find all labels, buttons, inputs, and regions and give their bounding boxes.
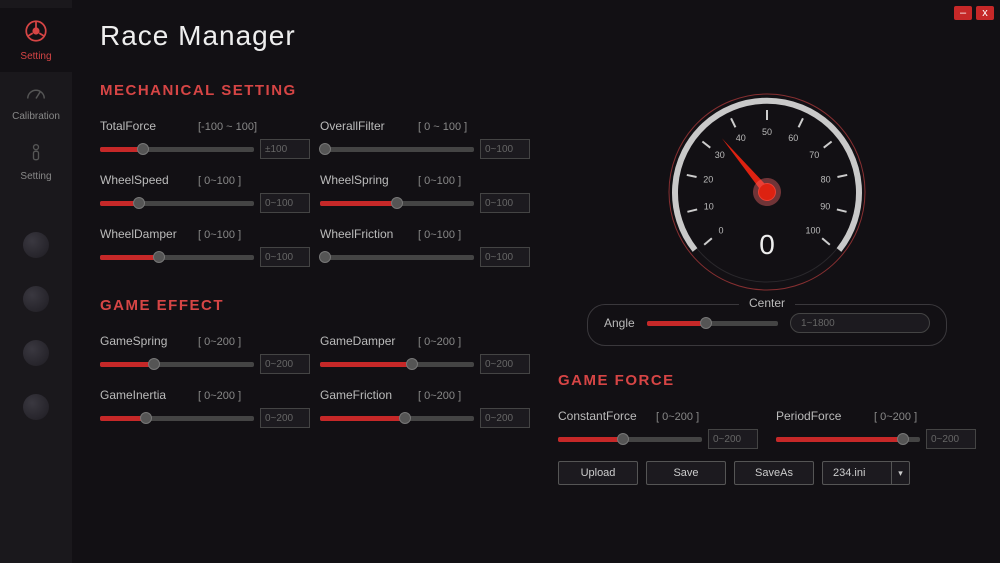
upload-button[interactable]: Upload: [558, 461, 638, 485]
wheelfriction-range: [ 0~100 ]: [418, 229, 461, 241]
constantforce-input[interactable]: 0~200: [708, 429, 758, 449]
overallfilter-slider[interactable]: [320, 147, 474, 152]
wheelspring-label: WheelSpring: [320, 173, 400, 187]
constantforce-label: ConstantForce: [558, 409, 638, 423]
profile-dot[interactable]: [23, 286, 49, 312]
sidebar-profile-dots: [23, 232, 49, 420]
constantforce-slider[interactable]: [558, 437, 702, 442]
sidebar-item-setting[interactable]: Setting: [0, 8, 72, 72]
wheelspeed-label: WheelSpeed: [100, 173, 180, 187]
svg-text:90: 90: [820, 202, 830, 212]
gamespring-range: [ 0~200 ]: [198, 336, 241, 348]
gamespring-slider[interactable]: [100, 362, 254, 367]
profile-dot[interactable]: [23, 394, 49, 420]
sidebar-item-label: Calibration: [12, 111, 60, 122]
gameinertia-slider[interactable]: [100, 416, 254, 421]
saveas-button[interactable]: SaveAs: [734, 461, 814, 485]
svg-text:100: 100: [805, 226, 820, 236]
svg-text:10: 10: [704, 202, 714, 212]
svg-text:40: 40: [736, 133, 746, 143]
wheelspring-slider[interactable]: [320, 201, 474, 206]
wheelfriction-slider[interactable]: [320, 255, 474, 260]
gamespring-input[interactable]: 0~200: [260, 354, 310, 374]
gameinertia-range: [ 0~200 ]: [198, 390, 241, 402]
wheeldamper-label: WheelDamper: [100, 227, 180, 241]
totalforce-range: [-100 ~ 100]: [198, 121, 257, 133]
wheelfriction-input[interactable]: 0~100: [480, 247, 530, 267]
svg-text:80: 80: [821, 175, 831, 185]
speed-gauge: 0 10 20 30 40 50 60 70 80 90 100 0: [657, 82, 877, 292]
save-button[interactable]: Save: [646, 461, 726, 485]
sidebar: Setting Calibration Setting: [0, 0, 72, 563]
overallfilter-input[interactable]: 0~100: [480, 139, 530, 159]
totalforce-input[interactable]: ±100: [260, 139, 310, 159]
periodforce-input[interactable]: 0~200: [926, 429, 976, 449]
pedal-icon: [26, 142, 46, 171]
svg-text:60: 60: [788, 133, 798, 143]
sidebar-item-calibration[interactable]: Calibration: [0, 72, 72, 132]
sidebar-item-setting-2[interactable]: Setting: [0, 132, 72, 192]
wheelspring-input[interactable]: 0~100: [480, 193, 530, 213]
center-legend: Center: [739, 296, 795, 310]
wheeldamper-input[interactable]: 0~100: [260, 247, 310, 267]
wheeldamper-range: [ 0~100 ]: [198, 229, 241, 241]
wheeldamper-slider[interactable]: [100, 255, 254, 260]
gamespring-label: GameSpring: [100, 334, 180, 348]
sidebar-item-label: Setting: [20, 171, 51, 182]
config-file-name: 234.ini: [823, 467, 891, 479]
gauge-icon: [25, 82, 47, 111]
chevron-down-icon[interactable]: ▾: [891, 462, 909, 484]
profile-dot[interactable]: [23, 340, 49, 366]
periodforce-range: [ 0~200 ]: [874, 411, 917, 423]
profile-dot[interactable]: [23, 232, 49, 258]
gamefriction-input[interactable]: 0~200: [480, 408, 530, 428]
wheelfriction-label: WheelFriction: [320, 227, 400, 241]
gamefriction-slider[interactable]: [320, 416, 474, 421]
close-button[interactable]: x: [976, 6, 994, 20]
svg-text:0: 0: [719, 226, 724, 236]
gamefriction-label: GameFriction: [320, 388, 400, 402]
gauge-value: 0: [759, 229, 775, 261]
totalforce-label: TotalForce: [100, 119, 180, 133]
gamedamper-slider[interactable]: [320, 362, 474, 367]
gameinertia-label: GameInertia: [100, 388, 180, 402]
overallfilter-label: OverallFilter: [320, 119, 400, 133]
game-force-section-title: GAME FORCE: [558, 372, 976, 389]
wheelspeed-input[interactable]: 0~100: [260, 193, 310, 213]
sidebar-item-label: Setting: [20, 51, 51, 62]
gamedamper-range: [ 0~200 ]: [418, 336, 461, 348]
svg-text:50: 50: [762, 127, 772, 137]
wheelspring-range: [ 0~100 ]: [418, 175, 461, 187]
page-title: Race Manager: [100, 20, 976, 52]
periodforce-label: PeriodForce: [776, 409, 856, 423]
periodforce-slider[interactable]: [776, 437, 920, 442]
game-effect-section-title: GAME EFFECT: [100, 297, 530, 314]
wheelspeed-slider[interactable]: [100, 201, 254, 206]
minimize-button[interactable]: –: [954, 6, 972, 20]
gameinertia-input[interactable]: 0~200: [260, 408, 310, 428]
center-panel: Center Angle 1~1800: [587, 304, 947, 346]
totalforce-slider[interactable]: [100, 147, 254, 152]
gamedamper-input[interactable]: 0~200: [480, 354, 530, 374]
config-file-select[interactable]: 234.ini ▾: [822, 461, 910, 485]
mechanical-section-title: MECHANICAL SETTING: [100, 82, 530, 99]
svg-text:30: 30: [715, 150, 725, 160]
constantforce-range: [ 0~200 ]: [656, 411, 699, 423]
angle-label: Angle: [604, 316, 635, 330]
gamefriction-range: [ 0~200 ]: [418, 390, 461, 402]
wheel-icon: [23, 18, 49, 51]
overallfilter-range: [ 0 ~ 100 ]: [418, 121, 467, 133]
svg-text:20: 20: [703, 175, 713, 185]
svg-text:70: 70: [809, 150, 819, 160]
gamedamper-label: GameDamper: [320, 334, 400, 348]
angle-slider[interactable]: [647, 321, 778, 326]
angle-input[interactable]: 1~1800: [790, 313, 930, 333]
wheelspeed-range: [ 0~100 ]: [198, 175, 241, 187]
